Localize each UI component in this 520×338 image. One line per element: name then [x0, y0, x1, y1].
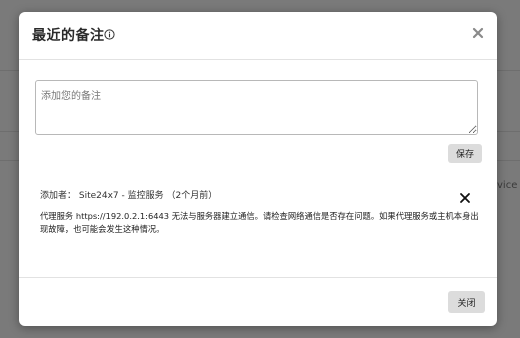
dialog-header: 最近的备注 — [19, 12, 497, 60]
note-author-info: 添加者： Site24x7 - 监控服务 （2个月前） — [40, 191, 218, 201]
info-icon[interactable] — [104, 29, 115, 40]
dialog-footer-divider — [19, 277, 497, 278]
recent-notes-dialog: 最近的备注 保存 添加者： Site24x7 - 监控服务 （2个月前） 代理服… — [19, 12, 497, 326]
note-input[interactable] — [35, 80, 478, 135]
close-button[interactable]: 关闭 — [448, 291, 485, 313]
close-icon[interactable] — [471, 26, 485, 40]
background-partial-text: vice h — [497, 180, 520, 191]
note-text: 代理服务 https://192.0.2.1:6443 无法与服务器建立通信。请… — [40, 211, 479, 234]
save-button[interactable]: 保存 — [448, 144, 482, 163]
delete-note-icon[interactable] — [459, 192, 471, 204]
dialog-title: 最近的备注 — [32, 28, 105, 44]
